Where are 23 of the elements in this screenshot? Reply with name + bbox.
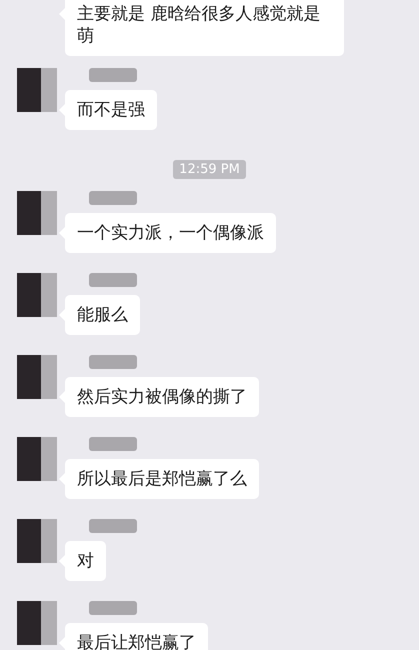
message-bubble: 一个实力派，一个偶像派 <box>65 213 276 253</box>
pixelated-sender-name <box>89 191 137 205</box>
pixelated-sender-name <box>89 355 137 369</box>
message-bubble: 而不是强 <box>65 90 157 130</box>
message-bubble: 主要就是 鹿晗给很多人感觉就是萌 <box>65 0 344 56</box>
pixelated-sender-name <box>89 601 137 615</box>
pixelated-avatar[interactable] <box>17 519 57 563</box>
pixelated-avatar[interactable] <box>17 601 57 645</box>
pixelated-sender-name <box>89 273 137 287</box>
pixelated-avatar[interactable] <box>17 437 57 481</box>
pixelated-avatar[interactable] <box>17 191 57 235</box>
message-bubble: 所以最后是郑恺赢了么 <box>65 459 259 499</box>
message-bubble: 能服么 <box>65 295 140 335</box>
timestamp: 12:59 PM <box>173 160 246 179</box>
pixelated-sender-name <box>89 437 137 451</box>
message-bubble: 然后实力被偶像的撕了 <box>65 377 259 417</box>
pixelated-avatar[interactable] <box>17 355 57 399</box>
message-bubble: 最后让郑恺赢了 <box>65 623 208 650</box>
pixelated-sender-name <box>89 68 137 82</box>
pixelated-sender-name <box>89 519 137 533</box>
pixelated-avatar[interactable] <box>17 68 57 112</box>
pixelated-avatar[interactable] <box>17 273 57 317</box>
message-bubble: 对 <box>65 541 106 581</box>
